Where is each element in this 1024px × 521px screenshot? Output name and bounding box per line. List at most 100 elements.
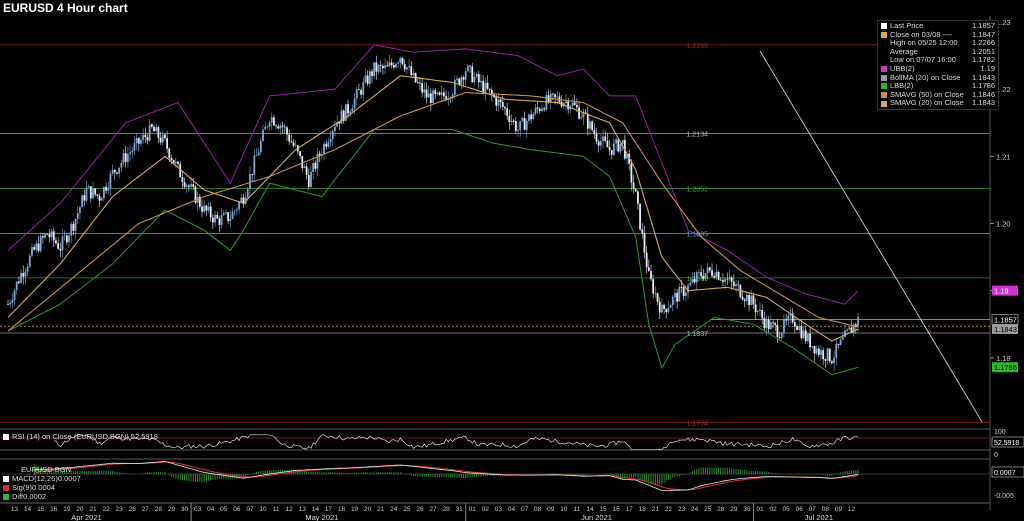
x-day-label: 22 <box>665 506 673 513</box>
candle-body <box>756 311 759 313</box>
candle-body <box>525 120 528 130</box>
candle-body <box>107 188 110 191</box>
x-day-label: 04 <box>207 506 215 513</box>
x-day-label: 18 <box>338 506 346 513</box>
macd-legend-label: MACD(12,26) <box>12 474 58 483</box>
candle-body <box>508 115 511 122</box>
candle-body <box>37 243 40 251</box>
macd-legend-row: Diff 0.0002 <box>3 492 81 501</box>
candle-body <box>135 137 138 144</box>
candle-body <box>235 209 238 211</box>
candle-body <box>783 319 785 333</box>
candle-body <box>264 126 267 130</box>
candle-body <box>126 154 129 162</box>
candle-body <box>552 93 554 95</box>
candle-body <box>639 203 642 230</box>
candle-body <box>475 73 478 77</box>
candle-body <box>434 90 437 94</box>
candle-body <box>98 195 101 201</box>
candle-body <box>89 186 92 199</box>
candle-body <box>798 325 801 330</box>
candle-body <box>650 271 652 280</box>
candle-body <box>591 121 594 131</box>
candle-body <box>31 247 33 256</box>
candle-body <box>13 290 16 301</box>
candle-body <box>615 139 618 144</box>
candle-body <box>61 236 64 251</box>
candle-body <box>477 73 480 83</box>
x-day-label: 17 <box>626 506 634 513</box>
candle-body <box>678 286 681 302</box>
candle-body <box>416 82 419 83</box>
legend-label: Low on 07/07 16:00 <box>890 56 956 65</box>
candle-body <box>39 236 42 251</box>
candle-body <box>76 212 79 219</box>
candle-body <box>841 337 844 340</box>
candle-body <box>565 101 567 104</box>
candle-body <box>329 139 332 143</box>
candle-body <box>7 304 9 305</box>
candle-body <box>595 133 598 142</box>
x-day-label: 05 <box>783 506 791 513</box>
legend-row: Low on 07/07 16:00 1.1782 <box>881 56 995 65</box>
candle-body <box>94 188 97 195</box>
candle-body <box>536 107 539 109</box>
x-day-label: 23 <box>116 506 124 513</box>
price-tag-label: 1.1843 <box>994 325 1017 334</box>
x-day-label: 25 <box>403 506 411 513</box>
upper-bollinger-band <box>7 44 859 305</box>
x-day-label: 19 <box>63 506 71 513</box>
candle-body <box>804 330 807 342</box>
candle-body <box>227 212 230 222</box>
candle-body <box>534 107 537 114</box>
candle-body <box>671 296 674 305</box>
x-day-label: 26 <box>129 506 137 513</box>
candle-body <box>48 234 51 238</box>
candle-body <box>831 361 833 364</box>
rsi-legend-label: RSI (14) on Close (EURUSD BGN) 52.5918 <box>12 432 158 441</box>
candle-body <box>532 113 535 120</box>
candle-body <box>292 142 295 146</box>
candle-body <box>647 267 650 272</box>
candle-body <box>268 122 271 127</box>
macd-tick-label: -0.005 <box>994 493 1014 500</box>
candle-body <box>421 83 424 93</box>
candle-body <box>211 217 214 223</box>
candle-body <box>469 65 471 67</box>
candle-body <box>259 140 262 153</box>
candle-body <box>303 166 306 168</box>
candle-body <box>822 350 825 360</box>
level-label: 1.1704 <box>687 420 709 427</box>
candle-body <box>358 89 360 91</box>
candle-body <box>279 125 282 129</box>
candle-body <box>523 117 526 130</box>
candle-body <box>79 207 81 213</box>
candle-body <box>602 136 604 141</box>
candle-body <box>538 108 541 111</box>
y-tick-label: 1.18 <box>996 354 1011 363</box>
x-day-label: 13 <box>299 506 307 513</box>
x-day-label: 03 <box>495 506 503 513</box>
candle-body <box>796 326 798 330</box>
candle-body <box>137 137 140 144</box>
candle-body <box>59 248 62 251</box>
candle-body <box>846 329 849 331</box>
x-day-label: 07 <box>246 506 254 513</box>
candle-body <box>453 79 456 95</box>
candle-body <box>543 108 546 110</box>
candle-body <box>687 285 689 293</box>
x-day-label: 09 <box>547 506 555 513</box>
x-day-label: 06 <box>796 506 804 513</box>
rsi-legend: RSI (14) on Close (EURUSD BGN) 52.5918 <box>3 432 158 441</box>
candle-body <box>597 141 600 146</box>
x-day-label: 30 <box>743 506 751 513</box>
candle-body <box>384 65 386 69</box>
candle-body <box>255 155 258 157</box>
candle-body <box>722 280 724 282</box>
candle-body <box>467 65 469 72</box>
legend-swatch <box>881 83 887 90</box>
legend-label: Last Price <box>890 22 924 30</box>
x-month-label: May 2021 <box>305 513 338 521</box>
candle-body <box>26 266 29 272</box>
candle-body <box>746 294 748 301</box>
